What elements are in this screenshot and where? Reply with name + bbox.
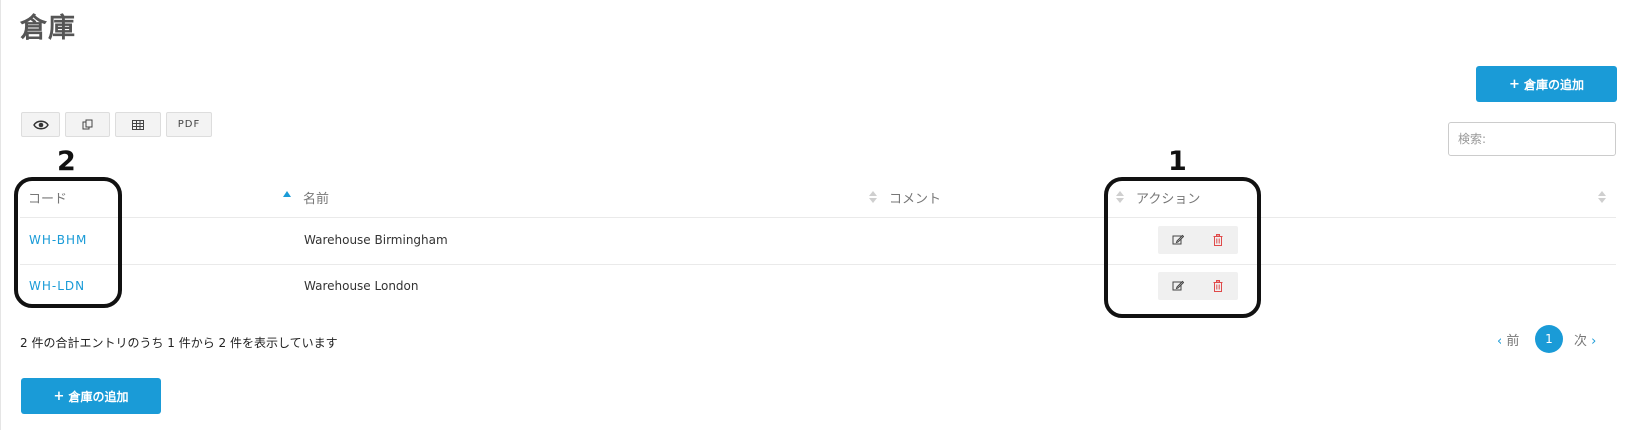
table-icon — [132, 119, 144, 130]
pagination-current-page[interactable]: 1 — [1535, 325, 1563, 353]
add-warehouse-label: 倉庫の追加 — [1523, 77, 1584, 92]
add-warehouse-button-bottom[interactable]: + 倉庫の追加 — [21, 378, 161, 414]
chevron-left-icon: ‹ — [1497, 334, 1503, 349]
page-title: 倉庫 — [20, 13, 76, 44]
annotation-number: 1 — [1168, 146, 1187, 177]
column-header-name[interactable]: 名前 — [303, 188, 329, 207]
table-info-text: 2 件の合計エントリのうち 1 件から 2 件を表示しています — [20, 336, 338, 350]
pdf-export-button[interactable]: PDF — [166, 112, 212, 137]
header-divider — [20, 217, 1616, 218]
eye-icon — [32, 120, 49, 129]
add-warehouse-label: 倉庫の追加 — [68, 389, 129, 404]
search-input[interactable] — [1448, 122, 1616, 156]
annotation-box-code — [14, 177, 122, 308]
sort-icon[interactable] — [1598, 191, 1606, 205]
sort-icon[interactable] — [869, 191, 877, 205]
annotation-box-actions — [1104, 177, 1261, 318]
row-name: Warehouse London — [304, 279, 419, 293]
chevron-right-icon: › — [1591, 334, 1597, 349]
row-name: Warehouse Birmingham — [304, 233, 448, 247]
column-header-comment[interactable]: コメント — [889, 188, 941, 207]
pagination-prev-label: 前 — [1506, 334, 1520, 349]
column-visibility-button[interactable] — [21, 112, 60, 137]
sort-asc-icon[interactable] — [283, 191, 291, 197]
row-divider — [20, 264, 1616, 265]
annotation-number: 2 — [57, 146, 76, 177]
copy-button[interactable] — [65, 112, 110, 137]
pagination-next[interactable]: 次 › — [1574, 330, 1596, 349]
plus-icon: + — [53, 388, 65, 404]
page-left-border — [0, 0, 1, 430]
plus-icon: + — [1509, 76, 1520, 92]
add-warehouse-button-top[interactable]: + 倉庫の追加 — [1476, 66, 1617, 102]
csv-export-button[interactable] — [115, 112, 161, 137]
copy-icon — [82, 119, 92, 129]
pagination-prev[interactable]: ‹ 前 — [1497, 330, 1519, 349]
pagination-next-label: 次 — [1574, 334, 1588, 349]
